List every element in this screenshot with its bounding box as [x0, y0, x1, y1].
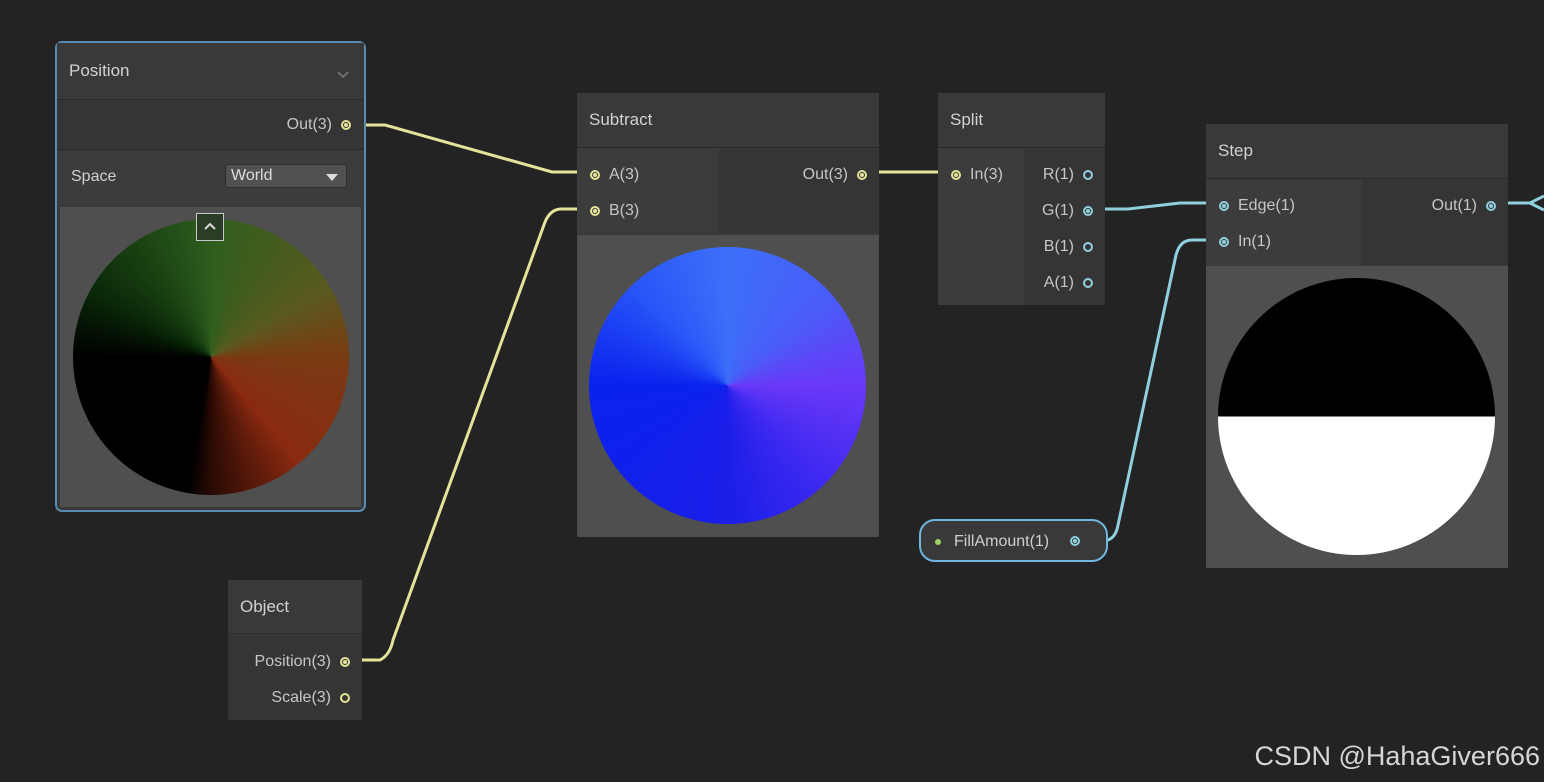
subtract-node-header[interactable]: Subtract [577, 93, 879, 148]
port-connector-icon[interactable] [1083, 242, 1093, 252]
wire-split-g-to-step-edge[interactable] [1088, 201, 1223, 211]
chevron-down-icon[interactable] [336, 65, 350, 85]
subtract-node-outputs: Out(3) [719, 149, 879, 234]
wire-position-to-subtract-a[interactable] [345, 123, 594, 174]
object-node-header[interactable]: Object [228, 580, 362, 634]
position-preview [60, 207, 361, 507]
position-node-outputs: Out(3) [57, 100, 364, 150]
split-node-header[interactable]: Split [938, 93, 1105, 148]
subtract-b-port[interactable]: B(3) [590, 202, 690, 222]
step-preview-sphere [1218, 278, 1495, 555]
step-preview [1206, 266, 1508, 568]
step-out-port[interactable]: Out(1) [1396, 197, 1496, 217]
port-connector-icon[interactable] [590, 206, 600, 216]
port-connector-icon[interactable] [857, 170, 867, 180]
port-connector-icon[interactable] [1486, 201, 1496, 211]
port-connector-icon[interactable] [340, 657, 350, 667]
object-node-title: Object [240, 596, 290, 616]
wire-object-position-to-subtract-b[interactable] [345, 207, 594, 662]
position-node-header[interactable]: Position [57, 43, 364, 100]
step-node-outputs: Out(1) [1362, 180, 1508, 265]
split-b-port[interactable]: B(1) [1023, 238, 1093, 258]
subtract-preview [577, 235, 879, 537]
port-connector-icon[interactable] [340, 693, 350, 703]
split-a-port[interactable]: A(1) [1023, 274, 1093, 294]
step-node-title: Step [1218, 141, 1253, 160]
port-connector-icon[interactable] [1083, 278, 1093, 288]
object-position-port[interactable]: Position(3) [225, 653, 350, 673]
subtract-preview-sphere [589, 247, 866, 524]
subtract-node[interactable]: Subtract A(3) B(3) Out(3) [577, 93, 879, 537]
chevron-up-icon[interactable] [196, 213, 224, 241]
position-node-title: Position [69, 61, 130, 80]
step-edge-port[interactable]: Edge(1) [1219, 197, 1339, 217]
space-label: Space [71, 168, 117, 185]
wire-step-out-branch[interactable] [1529, 201, 1544, 212]
port-connector-icon[interactable] [951, 170, 961, 180]
position-preview-sphere [73, 219, 349, 495]
split-g-port[interactable]: G(1) [1023, 202, 1093, 222]
subtract-node-title: Subtract [589, 110, 653, 129]
subtract-a-port[interactable]: A(3) [590, 166, 690, 186]
split-node[interactable]: Split In(3) R(1) G(1) B(1) A(1) [938, 93, 1105, 305]
fillamount-label: FillAmount(1) [954, 533, 1050, 550]
fillamount-property-node[interactable]: FillAmount(1) [919, 519, 1108, 562]
fillamount-out-port[interactable] [1068, 532, 1080, 552]
step-node-inputs: Edge(1) In(1) [1206, 180, 1361, 265]
position-out-port[interactable]: Out(3) [231, 116, 351, 136]
port-connector-icon[interactable] [1083, 170, 1093, 180]
split-node-inputs: In(3) [938, 149, 1023, 305]
port-connector-icon[interactable] [1219, 237, 1229, 247]
subtract-out-port[interactable]: Out(3) [767, 166, 867, 186]
split-node-title: Split [950, 110, 984, 129]
split-node-outputs: R(1) G(1) B(1) A(1) [1024, 149, 1105, 305]
port-connector-icon[interactable] [1070, 536, 1080, 546]
step-in-port[interactable]: In(1) [1219, 233, 1339, 253]
object-scale-port[interactable]: Scale(3) [225, 689, 350, 709]
watermark: CSDN @HahaGiver666 [1254, 741, 1540, 771]
port-connector-icon[interactable] [341, 120, 351, 130]
split-in-port[interactable]: In(3) [951, 166, 1026, 186]
object-node[interactable]: Object Position(3) Scale(3) [228, 580, 362, 720]
object-node-outputs: Position(3) Scale(3) [228, 635, 362, 720]
port-connector-icon[interactable] [1083, 206, 1093, 216]
space-dropdown-value: World [231, 167, 273, 184]
step-node-header[interactable]: Step [1206, 124, 1508, 179]
position-space-row: Space World [57, 151, 364, 205]
port-connector-icon[interactable] [590, 170, 600, 180]
step-node[interactable]: Step Edge(1) In(1) Out(1) [1206, 124, 1508, 568]
space-dropdown[interactable]: World [225, 164, 347, 188]
port-connector-icon[interactable] [1219, 201, 1229, 211]
subtract-node-inputs: A(3) B(3) [577, 149, 718, 234]
position-node[interactable]: Position Out(3) Space World [55, 41, 366, 512]
split-r-port[interactable]: R(1) [1023, 166, 1093, 186]
property-exposed-icon [935, 539, 941, 545]
caret-down-icon [326, 174, 338, 181]
